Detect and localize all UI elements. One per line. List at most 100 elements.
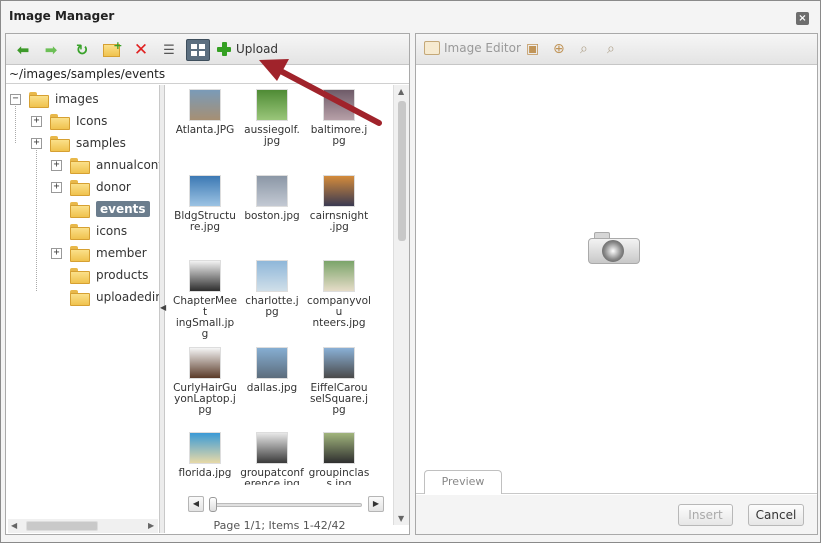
image-thumbnail [189, 89, 221, 121]
new-folder-button[interactable]: + [99, 39, 123, 61]
slider-increase-button[interactable]: ▶ [368, 496, 384, 512]
arrow-left-icon: ⬅ [16, 41, 30, 59]
file-thumbnail[interactable]: ChapterMeet ingSmall.jp g [172, 260, 238, 340]
preview-pane: Image Editor ▣ ⊕ ⌕ ⌕ Preview Insert Canc… [415, 33, 818, 535]
zoom-in-icon[interactable]: ⌕ [580, 41, 588, 57]
insert-button[interactable]: Insert [678, 504, 733, 526]
tree-node-label: products [96, 268, 149, 282]
file-thumbnail[interactable]: groupinclas s.jpg [306, 432, 372, 485]
refresh-icon: ↻ [75, 41, 89, 59]
thumbnail-size-slider[interactable]: ◀ ▶ [188, 496, 386, 514]
tree-node-annualconfe[interactable]: + annualconfe [51, 156, 159, 174]
file-thumbnail[interactable]: groupatconf erence.jpg [239, 432, 305, 485]
tree-node-donor[interactable]: + donor [51, 178, 131, 196]
tree-node-icons[interactable]: + Icons [31, 112, 107, 130]
tree-node-products[interactable]: products [51, 266, 148, 284]
scroll-right-icon[interactable]: ▶ [148, 521, 154, 530]
camera-placeholder-icon [586, 230, 644, 270]
expand-icon[interactable]: + [31, 115, 42, 127]
file-name: boston.jpg [244, 210, 300, 222]
expand-icon[interactable]: + [51, 247, 62, 259]
tree-node-label: samples [76, 136, 126, 150]
tree-node-member[interactable]: + member [51, 244, 147, 262]
slider-decrease-button[interactable]: ◀ [188, 496, 204, 512]
file-name: groupatconf erence.jpg [240, 467, 304, 486]
slider-track[interactable] [210, 503, 362, 507]
pane-splitter[interactable]: ◀ [160, 85, 166, 533]
scroll-thumb[interactable] [26, 521, 98, 531]
file-name: Atlanta.JPG [175, 124, 235, 136]
image-editor-button[interactable]: Image Editor [424, 41, 521, 55]
slider-handle[interactable] [209, 497, 217, 512]
tree-horizontal-scrollbar[interactable]: ◀ ▶ [8, 519, 158, 533]
expand-icon[interactable]: + [31, 137, 42, 149]
image-thumbnail [256, 347, 288, 379]
image-thumbnail [256, 432, 288, 464]
tree-node-label: annualconfe [96, 158, 159, 172]
tab-preview[interactable]: Preview [424, 470, 502, 494]
scroll-down-icon[interactable]: ▼ [398, 514, 404, 523]
annotation-arrow-icon [259, 59, 382, 126]
file-thumbnail[interactable]: boston.jpg [239, 175, 305, 222]
image-thumbnail [189, 260, 221, 292]
expand-icon[interactable]: + [51, 159, 62, 171]
folder-icon [70, 290, 90, 306]
file-thumbnail[interactable]: EiffelCarou selSquare.j pg [306, 347, 372, 416]
image-editor-label: Image Editor [444, 41, 521, 55]
file-thumbnail[interactable]: Atlanta.JPG [172, 89, 238, 136]
thumbnail-view-button[interactable] [186, 39, 210, 61]
tree-node-label: images [55, 92, 99, 106]
scroll-thumb[interactable] [398, 101, 406, 241]
file-thumbnail[interactable]: cairnsnight .jpg [306, 175, 372, 233]
best-fit-icon[interactable]: ▣ [526, 41, 539, 57]
folder-icon [70, 180, 90, 196]
delete-icon: ✕ [133, 40, 149, 60]
folder-icon [70, 158, 90, 174]
expand-icon[interactable]: + [51, 181, 62, 193]
folder-icon [70, 224, 90, 240]
file-thumbnail[interactable]: BldgStructu re.jpg [172, 175, 238, 233]
cancel-button[interactable]: Cancel [748, 504, 804, 526]
scroll-up-icon[interactable]: ▲ [398, 87, 404, 96]
list-view-button[interactable]: ☰ [157, 39, 181, 61]
file-thumbnail[interactable]: CurlyHairGu yonLaptop.j pg [172, 347, 238, 416]
actual-size-icon[interactable]: ⊕ [553, 41, 565, 57]
image-manager-dialog: Image Manager × ⬅ ➡ ↻ + ✕ ☰ Upload ~/ima… [0, 0, 821, 543]
plus-icon [216, 41, 232, 57]
file-name: CurlyHairGu yonLaptop.j pg [173, 382, 237, 416]
file-thumbnail[interactable]: dallas.jpg [239, 347, 305, 394]
close-icon[interactable]: × [796, 12, 809, 25]
folder-icon [50, 114, 70, 130]
forward-button[interactable]: ➡ [39, 39, 63, 61]
delete-button[interactable]: ✕ [129, 39, 153, 61]
image-thumbnail [323, 260, 355, 292]
file-thumbnail[interactable]: florida.jpg [172, 432, 238, 479]
zoom-out-icon[interactable]: ⌕ [607, 41, 615, 57]
collapse-icon[interactable]: − [10, 93, 21, 105]
tree-node-label: member [96, 246, 147, 260]
grid-vertical-scrollbar[interactable]: ▲ ▼ [393, 85, 409, 525]
back-button[interactable]: ⬅ [11, 39, 35, 61]
tree-node-images[interactable]: − images [10, 90, 99, 108]
tree-node-samples[interactable]: + samples [31, 134, 126, 152]
title-bar[interactable]: Image Manager × [1, 1, 820, 31]
folder-tree: − images + Icons + samples + annualconfe + donor e… [6, 85, 160, 533]
scroll-left-icon[interactable]: ◀ [11, 521, 17, 530]
tree-node-events[interactable]: events [51, 200, 150, 218]
pager-status: Page 1/1; Items 1-42/42 [213, 519, 346, 532]
file-name: EiffelCarou selSquare.j pg [309, 382, 369, 416]
file-name: companyvolu nteers.jpg [307, 295, 371, 329]
file-thumbnail[interactable]: charlotte.j pg [239, 260, 305, 318]
image-thumbnail [256, 260, 288, 292]
refresh-button[interactable]: ↻ [70, 39, 94, 61]
list-view-icon: ☰ [163, 42, 175, 58]
thumbnail-view-icon [191, 44, 205, 56]
tree-node-icons[interactable]: icons [51, 222, 127, 240]
file-name: BldgStructu re.jpg [174, 210, 236, 233]
preview-toolbar: Image Editor ▣ ⊕ ⌕ ⌕ [416, 34, 817, 65]
image-thumbnail [323, 175, 355, 207]
preview-tabs: Preview [416, 466, 817, 494]
tree-node-label: donor [96, 180, 131, 194]
tree-node-uploadedim[interactable]: uploadedim [51, 288, 159, 306]
file-thumbnail[interactable]: companyvolu nteers.jpg [306, 260, 372, 329]
